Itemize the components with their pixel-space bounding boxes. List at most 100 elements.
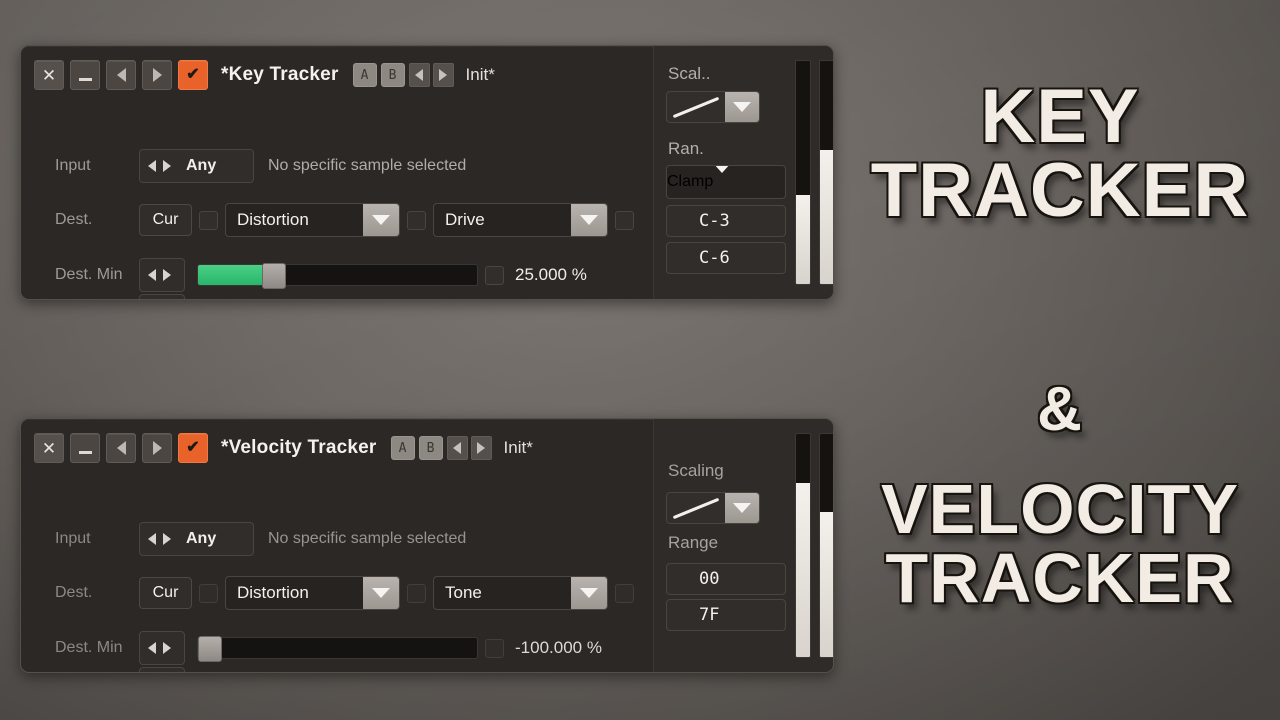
dest-extra-checkbox[interactable] [615, 583, 634, 603]
scaling-curve-dropdown[interactable] [666, 91, 760, 123]
caption-velocity-line2: TRACKER [885, 538, 1235, 617]
dest-extra-checkbox[interactable] [615, 210, 634, 230]
meter-left [795, 60, 811, 285]
dest-device-dropdown[interactable]: Distortion [225, 203, 400, 237]
input-value: Any [186, 530, 217, 547]
preset-prev-button[interactable] [446, 436, 468, 460]
dest-min-value-checkbox[interactable] [485, 265, 504, 285]
linear-curve-icon [667, 92, 725, 122]
device-velocity-tracker: ✕ ✔ *Velocity Tracker A B Init* Input An… [20, 418, 834, 673]
dest-min-slider[interactable] [197, 263, 478, 289]
range-max-stepper[interactable]: 7F [666, 599, 786, 631]
meter-left-fill [796, 483, 810, 657]
chevron-right-icon [163, 269, 171, 281]
dest-max-slider-knob[interactable] [453, 299, 477, 300]
dest-device-checkbox[interactable] [199, 210, 218, 230]
scaling-curve-dropdown[interactable] [666, 492, 760, 524]
preset-b-button[interactable]: B [418, 436, 443, 460]
minimize-icon[interactable] [70, 433, 100, 463]
device-enable-checkbox[interactable]: ✔ [178, 60, 208, 90]
preset-name: Init* [503, 438, 533, 457]
chevron-left-icon [415, 69, 424, 81]
preset-a-button[interactable]: A [390, 436, 415, 460]
key-tracker-titlebar: ✕ ✔ *Key Tracker A B Init* [21, 46, 653, 104]
dest-min-row: Dest. Min 25.000 % [21, 258, 653, 292]
device-enable-checkbox[interactable]: ✔ [178, 433, 208, 463]
dest-device-value: Distortion [237, 210, 309, 229]
dest-cur-button[interactable]: Cur [139, 204, 192, 236]
dest-min-stepper[interactable] [139, 631, 185, 665]
caption-velocity-line1: VELOCITY [880, 470, 1240, 548]
caption-key-line1: KEY [980, 74, 1140, 159]
range-min-stepper[interactable]: C-3 [666, 205, 786, 237]
dest-param-checkbox[interactable] [407, 210, 426, 230]
caption-key-tracker: KEY TRACKER [840, 79, 1280, 234]
minimize-icon[interactable] [70, 60, 100, 90]
dest-device-dropdown[interactable]: Distortion [225, 576, 400, 610]
dest-min-value-checkbox[interactable] [485, 638, 504, 658]
range-label: Range [668, 533, 719, 552]
meter-left [795, 433, 811, 658]
dest-max-row: Dest. Max 75.000 % [21, 667, 653, 673]
range-min-value: 00 [699, 569, 720, 589]
preset-next-button[interactable] [432, 63, 454, 87]
input-label: Input [55, 530, 91, 547]
dest-max-stepper[interactable] [139, 294, 185, 299]
chevron-left-icon [148, 642, 156, 654]
chevron-down-icon [571, 204, 607, 236]
preset-a-button[interactable]: A [352, 63, 377, 87]
chevron-right-icon [439, 69, 448, 81]
chevron-down-icon [571, 577, 607, 609]
dest-device-value: Distortion [237, 583, 309, 602]
chevron-down-icon [725, 92, 759, 122]
meter-right [819, 60, 833, 285]
chevron-right-icon [163, 533, 171, 545]
input-selector[interactable]: Any [139, 149, 254, 183]
range-max-stepper[interactable]: C-6 [666, 242, 786, 274]
device-title: *Key Tracker [221, 64, 339, 85]
meter-right-fill [820, 512, 833, 657]
dest-min-value: -100.000 % [515, 638, 602, 657]
preset-next-button[interactable] [470, 436, 492, 460]
chevron-left-icon [148, 269, 156, 281]
caption-key-line2: TRACKER [870, 148, 1250, 234]
dest-row: Dest. Cur Distortion Tone [21, 576, 653, 610]
dest-param-value: Tone [445, 583, 482, 602]
close-icon[interactable]: ✕ [34, 60, 64, 90]
device-next-button[interactable] [142, 60, 172, 90]
range-max-value: C-6 [699, 248, 730, 268]
dest-cur-button[interactable]: Cur [139, 577, 192, 609]
dest-param-dropdown[interactable]: Drive [433, 203, 608, 237]
dest-min-stepper[interactable] [139, 258, 185, 292]
dest-max-stepper[interactable] [139, 667, 185, 672]
input-selector[interactable]: Any [139, 522, 254, 556]
dest-min-slider-knob[interactable] [261, 263, 286, 289]
dest-max-slider-knob[interactable] [397, 672, 421, 673]
device-prev-button[interactable] [106, 433, 136, 463]
device-prev-button[interactable] [106, 60, 136, 90]
range-min-stepper[interactable]: 00 [666, 563, 786, 595]
chevron-down-icon [363, 204, 399, 236]
close-icon[interactable]: ✕ [34, 433, 64, 463]
dest-row: Dest. Cur Distortion Drive [21, 203, 653, 237]
preset-prev-button[interactable] [408, 63, 430, 87]
dest-min-slider[interactable] [197, 636, 478, 662]
meter-left-fill [796, 194, 810, 284]
input-hint: No specific sample selected [268, 530, 467, 547]
input-label: Input [55, 157, 91, 174]
dest-param-dropdown[interactable]: Tone [433, 576, 608, 610]
dest-min-label: Dest. Min [55, 266, 123, 283]
chevron-down-icon [363, 577, 399, 609]
dest-param-checkbox[interactable] [407, 583, 426, 603]
device-next-button[interactable] [142, 433, 172, 463]
preset-b-button[interactable]: B [380, 63, 405, 87]
input-value: Any [186, 157, 217, 174]
dest-device-checkbox[interactable] [199, 583, 218, 603]
minus-glyph [78, 78, 92, 81]
range-mode-dropdown[interactable]: Clamp [666, 165, 786, 199]
dest-min-slider-knob[interactable] [198, 636, 222, 662]
chevron-right-icon [152, 441, 162, 455]
key-tracker-scaling-panel: Scal.. Ran. Clamp C-3 C-6 [653, 46, 833, 299]
chevron-down-icon [713, 166, 732, 191]
chevron-left-icon [453, 442, 462, 454]
